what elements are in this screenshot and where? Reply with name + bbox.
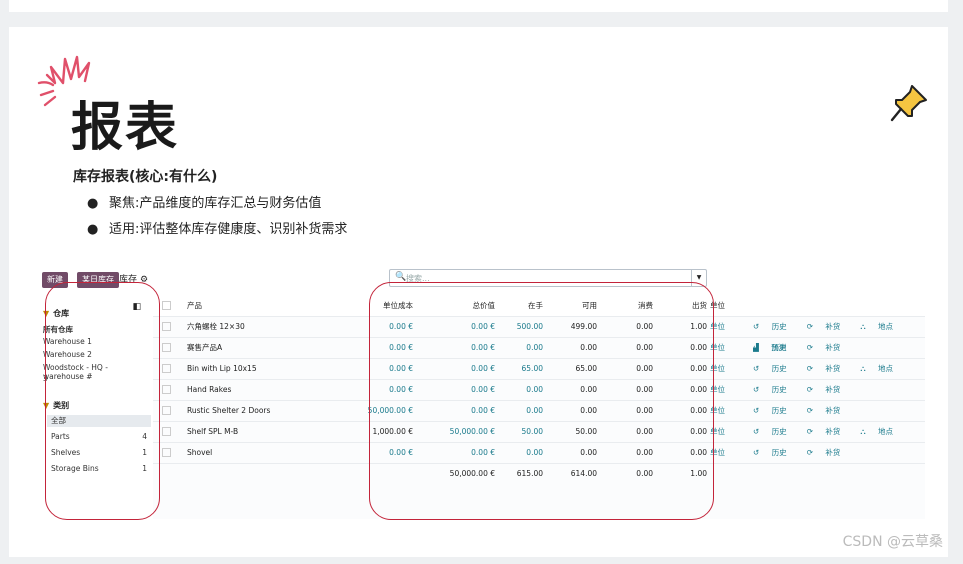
locations-action[interactable]: ⛬ 地点 [860,427,903,436]
history-action[interactable]: ↺ 历史 [753,385,797,394]
replenish-action[interactable]: ⟳ 补货 [807,343,851,352]
product-cell: Bin with Lip 10x15 [187,364,257,373]
col-header-product[interactable]: 产品 [187,295,202,316]
search-icon: 🔍 [395,272,407,282]
row-checkbox[interactable] [162,427,171,436]
replenish-action[interactable]: ⟳ 补货 [807,322,851,331]
row-actions: ↺ 历史 ⟳ 补货 ⛬ 地点 [753,358,913,379]
page-title: 报表 [71,98,180,158]
history-action[interactable]: ↺ 历史 [753,448,797,457]
history-icon: ↺ [753,406,760,415]
row-checkbox[interactable] [162,406,171,415]
replenish-icon: ⟳ [806,364,813,373]
row-checkbox[interactable] [162,448,171,457]
replenish-icon: ⟳ [806,385,813,394]
history-action[interactable]: ↺ 历史 [753,427,797,436]
row-actions: ↺ 历史 ⟳ 补货 [753,442,860,463]
row-checkbox[interactable] [162,364,171,373]
product-cell: Shovel [187,448,213,457]
locations-action[interactable]: ⛬ 地点 [860,364,903,373]
history-icon: ↺ [753,385,760,394]
history-icon: ↺ [753,322,760,331]
replenish-icon: ⟳ [806,343,813,352]
bullet-text: 聚焦:产品维度的库存汇总与财务估值 [109,196,322,211]
row-actions: ↺ 历史 ⟳ 补货 [753,379,860,400]
highlight-oval-values [369,282,714,520]
replenish-icon: ⟳ [806,427,813,436]
replenish-action[interactable]: ⟳ 补货 [807,406,851,415]
slide: 报表 库存报表(核心:有什么) ● 聚焦:产品维度的库存汇总与财务估值 ● 适用:评… [9,27,948,557]
history-icon: ↺ [753,448,760,457]
locations-icon: ⛬ [860,427,866,436]
locations-action[interactable]: ⛬ 地点 [860,322,903,331]
history-icon: ↺ [753,364,760,373]
product-cell: 赛售产品A [187,343,223,352]
replenish-action[interactable]: ⟳ 补货 [807,448,851,457]
product-cell: Hand Rakes [187,385,232,394]
history-action[interactable]: ↺ 历史 [753,343,797,352]
replenish-icon: ⟳ [806,448,813,457]
history-action[interactable]: ↺ 历史 [753,406,797,415]
row-actions: ↺ 历史 ⟳ 补货 [753,400,860,421]
history-icon: ↺ [753,427,760,436]
row-actions: ↺ 历史 ⟳ 补货 ⛬ 地点 [753,421,913,442]
row-checkbox[interactable] [162,385,171,394]
product-cell: 六角螺栓 12×30 [187,322,245,331]
locations-icon: ⛬ [860,364,866,373]
inventory-report-screenshot: 新建 某日库存 库存 ⚙ 🔍 搜索... ▼ ◧ ▼ 仓库 所有仓库 Warehou… [39,267,925,520]
locations-icon: ⛬ [860,322,866,331]
history-action[interactable]: ↺ 历史 [753,322,797,331]
row-actions: ↺ 历史 ⟳ 补货 [753,337,860,358]
replenish-action[interactable]: ⟳ 补货 [807,364,851,373]
bullet-item: ● 适用:评估整体库存健康度、识别补货需求 [87,222,348,237]
highlight-oval-sidebar [45,282,160,520]
replenish-action[interactable]: ⟳ 补货 [807,385,851,394]
top-strip [9,0,948,12]
replenish-action[interactable]: ⟳ 补货 [807,427,851,436]
select-all-checkbox[interactable] [162,301,171,310]
watermark: CSDN @云草桑 [842,534,943,550]
bullet-text: 适用:评估整体库存健康度、识别补货需求 [109,222,348,237]
subtitle: 库存报表(核心:有什么) [73,169,218,185]
replenish-icon: ⟳ [806,322,813,331]
replenish-icon: ⟳ [806,406,813,415]
bullet-item: ● 聚焦:产品维度的库存汇总与财务估值 [87,196,322,211]
row-checkbox[interactable] [162,322,171,331]
product-cell: Rustic Shelter 2 Doors [187,406,271,415]
bullet-list: ● 聚焦:产品维度的库存汇总与财务估值 ● 适用:评估整体库存健康度、识别补货需求 [87,194,347,246]
row-checkbox[interactable] [162,343,171,352]
product-cell: Shelf SPL M-B [187,427,239,436]
history-action[interactable]: ↺ 历史 [753,364,797,373]
row-actions: ↺ 历史 ⟳ 补货 ⛬ 地点▟ 预测 [753,316,925,352]
history-icon: ↺ [753,343,760,352]
pushpin-icon [890,85,927,122]
